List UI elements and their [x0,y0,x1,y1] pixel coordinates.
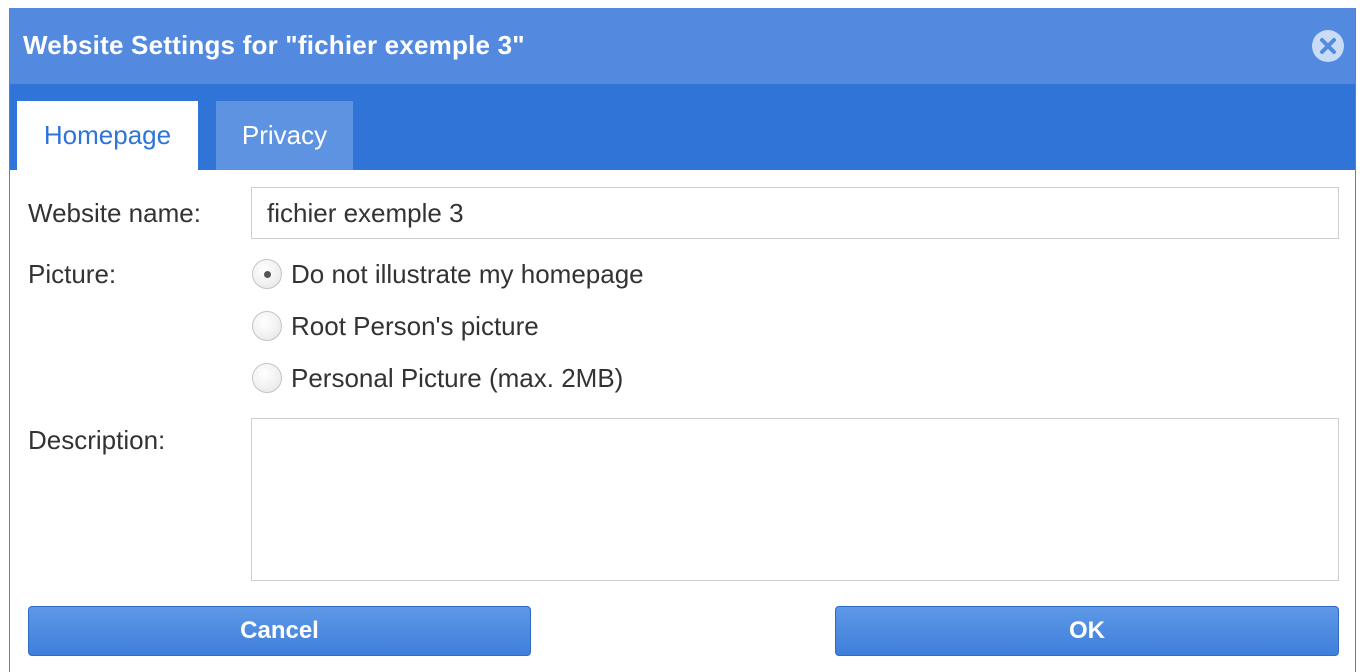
radio-option-label: Personal Picture (max. 2MB) [291,362,624,393]
tab-privacy[interactable]: Privacy [216,101,353,170]
tab-homepage[interactable]: Homepage [17,101,198,170]
radio-option-personal-picture[interactable]: Personal Picture (max. 2MB) [252,361,623,395]
dialog-titlebar: Website Settings for "fichier exemple 3" [10,8,1355,84]
radio-option-label: Do not illustrate my homepage [291,258,644,289]
close-icon[interactable] [1311,29,1345,63]
picture-label: Picture: [28,259,117,289]
radio-option-label: Root Person's picture [291,310,539,341]
radio-button[interactable] [252,311,282,341]
radio-option-root-person-picture[interactable]: Root Person's picture [252,309,539,343]
website-settings-dialog: Website Settings for "fichier exemple 3"… [9,8,1356,672]
radio-button-checked[interactable] [252,259,282,289]
ok-button[interactable]: OK [835,606,1339,656]
description-label: Description: [28,425,166,455]
website-name-label: Website name: [28,198,201,228]
tab-bar: Homepage Privacy [10,84,1355,170]
radio-button[interactable] [252,363,282,393]
radio-option-no-illustration[interactable]: Do not illustrate my homepage [252,257,644,291]
dialog-title: Website Settings for "fichier exemple 3" [23,30,525,60]
description-textarea[interactable] [251,418,1339,581]
website-name-input[interactable] [251,187,1339,239]
cancel-button[interactable]: Cancel [28,606,531,656]
